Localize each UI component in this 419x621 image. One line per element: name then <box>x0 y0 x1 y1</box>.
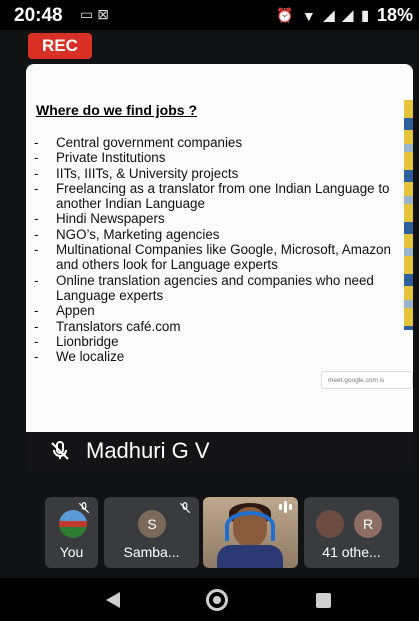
presenter-name: Madhuri G V <box>86 437 210 463</box>
signal-icon: ◢ <box>342 7 354 23</box>
participant-others[interactable]: R 41 othe... <box>304 497 399 568</box>
gallery-icon: ⊠ <box>97 6 113 22</box>
avatar: S <box>138 510 166 538</box>
avatar <box>316 510 344 538</box>
slide-decoration <box>404 100 413 330</box>
mic-off-icon <box>78 502 90 514</box>
presenter-tile[interactable]: Where do we find jobs ? Central governme… <box>26 64 413 469</box>
recording-badge: REC <box>28 33 92 59</box>
headset <box>225 511 275 541</box>
mic-off-icon <box>179 502 191 514</box>
participant-speaking[interactable] <box>203 497 298 568</box>
share-notice: meet.google.com is <box>321 371 413 389</box>
avatar-initial: R <box>354 510 382 538</box>
participant-you[interactable]: You <box>45 497 98 568</box>
alarm-icon: ⏰ <box>276 7 294 23</box>
slide-list: Central government companies Private Ins… <box>34 135 394 365</box>
shared-slide: Where do we find jobs ? Central governme… <box>26 64 413 432</box>
wifi-icon: ▼ <box>301 7 316 24</box>
list-item: Online translation agencies and companie… <box>34 273 394 304</box>
participant-samba[interactable]: S Samba... <box>104 497 199 568</box>
list-item: NGO’s, Marketing agencies <box>34 227 394 243</box>
mic-off-icon <box>51 440 69 460</box>
recents-icon[interactable] <box>316 593 331 608</box>
video-body <box>217 545 283 568</box>
back-icon[interactable] <box>106 592 120 608</box>
participant-label: Samba... <box>123 544 180 560</box>
list-item: Private Institutions <box>34 150 394 166</box>
speaking-indicator-icon <box>279 501 292 513</box>
list-item: Appen <box>34 303 394 319</box>
list-item: Central government companies <box>34 135 394 151</box>
list-item: Lionbridge <box>34 334 394 350</box>
list-item: We localize <box>34 349 394 365</box>
clock: 20:48 <box>14 5 63 26</box>
list-item: IITs, IIITs, & University projects <box>34 166 394 182</box>
home-icon[interactable] <box>206 589 228 611</box>
presenter-name-bar: Madhuri G V <box>26 432 413 469</box>
battery-level: 18% <box>376 5 413 25</box>
status-bar: 20:48 ▭⊠ ⏰ ▼ ◢ ◢ ▮ 18% <box>0 0 419 30</box>
navigation-bar <box>0 578 419 621</box>
slide-title: Where do we find jobs ? <box>36 102 197 118</box>
list-item: Freelancing as a translator from one Ind… <box>34 181 394 212</box>
cast-icon: ▭ <box>80 6 98 22</box>
participant-label: 41 othe... <box>322 544 381 560</box>
participant-label: You <box>59 544 84 560</box>
list-item: Multinational Companies like Google, Mic… <box>34 242 394 273</box>
list-item: Translators café.com <box>34 319 394 335</box>
system-icons: ⏰ ▼ ◢ ◢ ▮ 18% <box>276 5 413 26</box>
notification-icons: ▭⊠ <box>80 6 113 23</box>
list-item: Hindi Newspapers <box>34 211 394 227</box>
signal-icon: ◢ <box>323 7 335 23</box>
battery-icon: ▮ <box>361 7 369 23</box>
